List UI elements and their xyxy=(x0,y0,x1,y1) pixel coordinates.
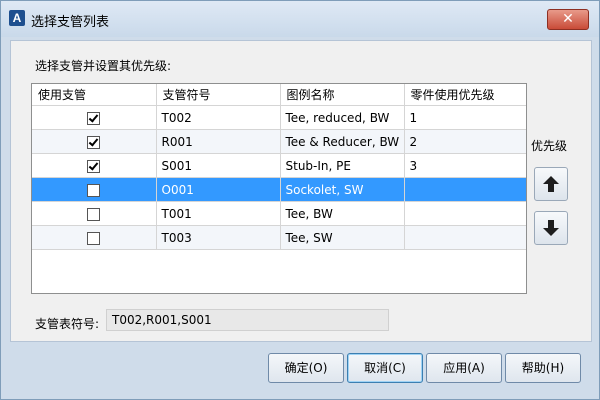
table-row[interactable]: T002 Tee, reduced, BW 1 xyxy=(32,105,526,130)
priority-cell: 1 xyxy=(404,105,526,130)
table-row[interactable]: T003 Tee, SW xyxy=(32,225,526,250)
use-branch-cell[interactable] xyxy=(32,105,157,130)
dialog-window: A 选择支管列表 ✕ 选择支管并设置其优先级: 使用支管 支管符号 图例名称 零… xyxy=(0,0,600,400)
cancel-button[interactable]: 取消(C) xyxy=(347,353,423,383)
branch-symbols-field: T002,R001,S001 xyxy=(106,309,389,331)
apply-button[interactable]: 应用(A) xyxy=(426,353,502,383)
symbol-cell: R001 xyxy=(156,129,281,154)
help-button[interactable]: 帮助(H) xyxy=(505,353,581,383)
move-down-button[interactable] xyxy=(534,211,568,245)
symbol-cell: O001 xyxy=(156,177,281,202)
use-branch-cell[interactable] xyxy=(32,129,157,154)
use-branch-cell[interactable] xyxy=(32,153,157,178)
window-title: 选择支管列表 xyxy=(31,15,110,30)
table-row[interactable]: T001 Tee, BW xyxy=(32,201,526,226)
legend-cell: Tee, SW xyxy=(280,225,405,250)
title-bar: A 选择支管列表 ✕ xyxy=(1,1,599,37)
use-branch-checkbox[interactable] xyxy=(87,207,101,221)
use-branch-checkbox[interactable] xyxy=(87,183,101,197)
legend-cell: Tee, reduced, BW xyxy=(280,105,405,130)
arrow-up-icon xyxy=(543,176,559,192)
prompt-label: 选择支管并设置其优先级: xyxy=(35,59,172,73)
use-branch-checkbox[interactable] xyxy=(87,111,101,125)
ok-button[interactable]: 确定(O) xyxy=(268,353,344,383)
column-header[interactable]: 使用支管 xyxy=(32,84,157,106)
column-header[interactable]: 图例名称 xyxy=(280,84,405,106)
table-header-row: 使用支管 支管符号 图例名称 零件使用优先级 xyxy=(32,84,526,106)
close-button[interactable]: ✕ xyxy=(547,9,589,30)
priority-cell: 3 xyxy=(404,153,526,178)
table-row[interactable]: R001 Tee & Reducer, BW 2 xyxy=(32,129,526,154)
legend-cell: Sockolet, SW xyxy=(280,177,405,202)
table-row[interactable]: S001 Stub-In, PE 3 xyxy=(32,153,526,178)
legend-cell: Tee, BW xyxy=(280,201,405,226)
symbol-cell: S001 xyxy=(156,153,281,178)
use-branch-cell[interactable] xyxy=(32,177,157,202)
close-icon: ✕ xyxy=(562,11,574,27)
use-branch-checkbox[interactable] xyxy=(87,231,101,245)
priority-cell xyxy=(404,177,526,202)
use-branch-checkbox[interactable] xyxy=(87,135,101,149)
autocad-a-icon: A xyxy=(9,10,25,26)
column-header[interactable]: 零件使用优先级 xyxy=(404,84,526,106)
priority-label: 优先级 xyxy=(531,139,568,153)
legend-cell: Stub-In, PE xyxy=(280,153,405,178)
column-header[interactable]: 支管符号 xyxy=(156,84,281,106)
use-branch-checkbox[interactable] xyxy=(87,159,101,173)
use-branch-cell[interactable] xyxy=(32,201,157,226)
branch-symbols-label: 支管表符号: xyxy=(35,317,100,331)
symbol-cell: T003 xyxy=(156,225,281,250)
table-row-selected[interactable]: O001 Sockolet, SW xyxy=(32,177,526,202)
symbol-cell: T001 xyxy=(156,201,281,226)
priority-cell: 2 xyxy=(404,129,526,154)
dialog-body: 选择支管并设置其优先级: 使用支管 支管符号 图例名称 零件使用优先级 T002… xyxy=(10,40,592,342)
symbol-cell: T002 xyxy=(156,105,281,130)
move-up-button[interactable] xyxy=(534,167,568,201)
priority-cell xyxy=(404,201,526,226)
arrow-down-icon xyxy=(543,220,559,236)
branch-table[interactable]: 使用支管 支管符号 图例名称 零件使用优先级 T002 Tee, reduced… xyxy=(31,83,527,294)
legend-cell: Tee & Reducer, BW xyxy=(280,129,405,154)
use-branch-cell[interactable] xyxy=(32,225,157,250)
priority-cell xyxy=(404,225,526,250)
